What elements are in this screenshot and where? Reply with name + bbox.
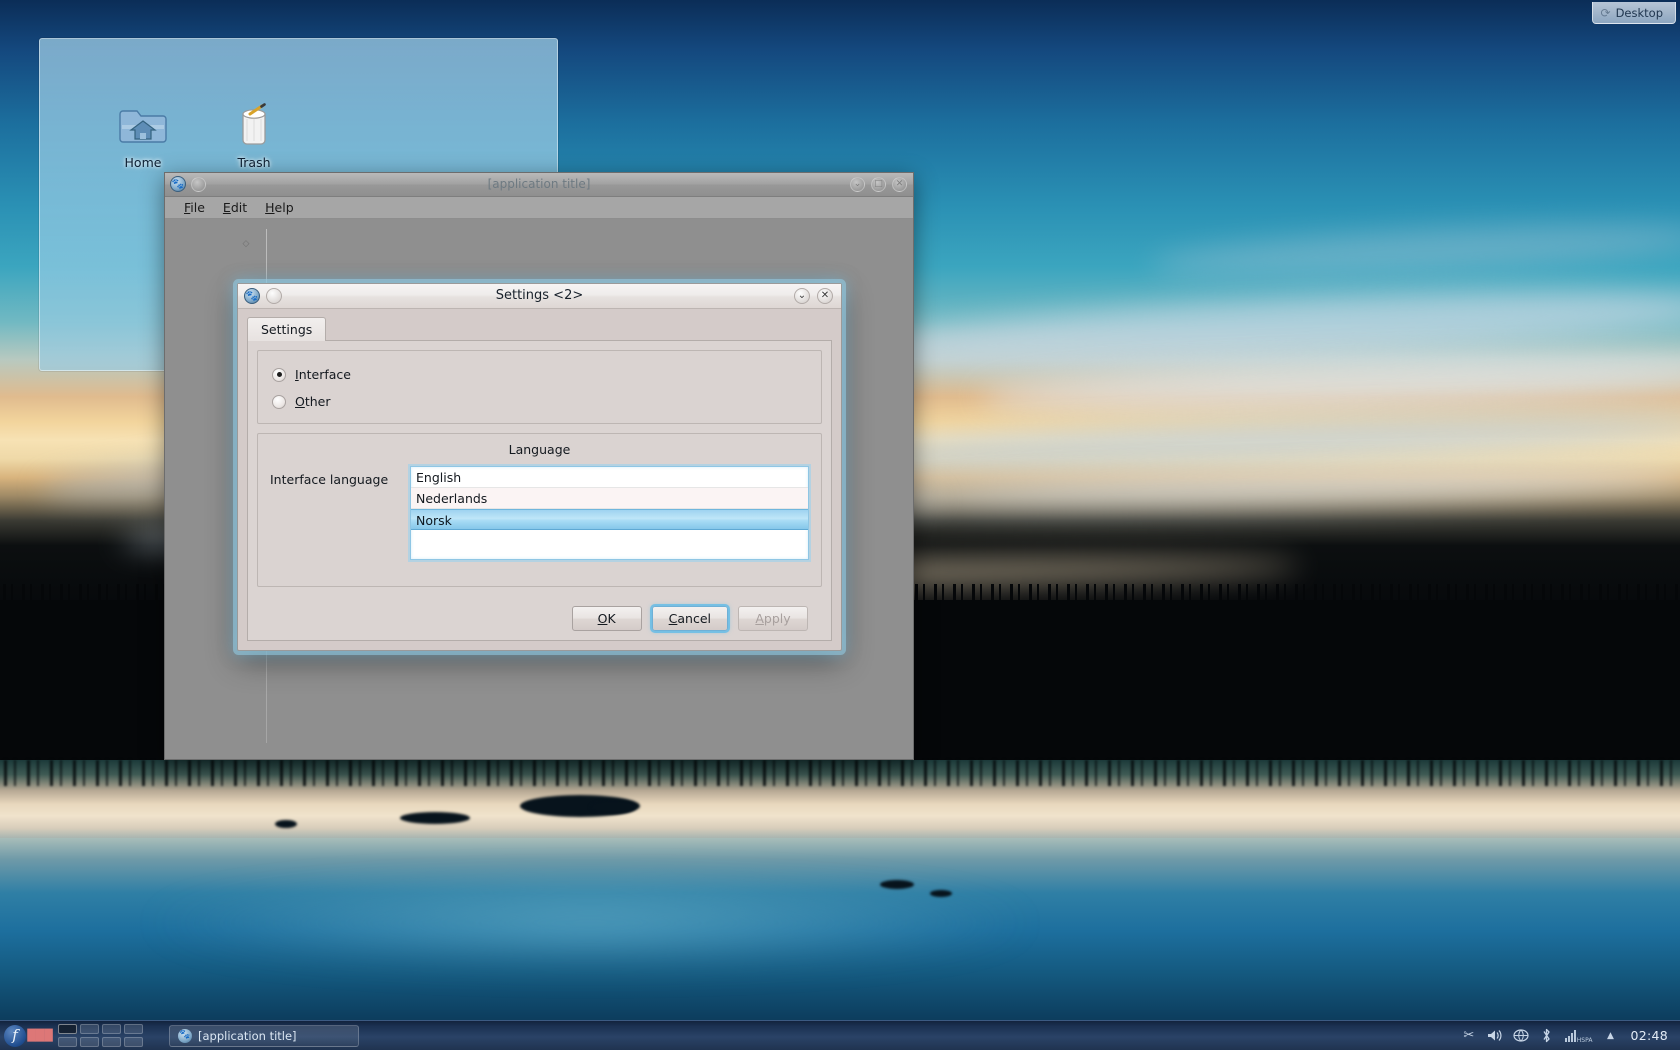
tab-panel-settings: Interface Other Language Interface langu…: [247, 340, 832, 641]
desktop-background[interactable]: ⟳ Desktop Home Trash 🐾 [application titl…: [0, 0, 1680, 1050]
list-item[interactable]: English: [411, 467, 808, 488]
list-empty-area[interactable]: [411, 530, 808, 559]
pager-cell[interactable]: [124, 1024, 143, 1034]
menu-file[interactable]: File: [175, 198, 214, 217]
shade-button[interactable]: ⌄: [794, 288, 810, 304]
menu-edit[interactable]: Edit: [214, 198, 256, 217]
radio-interface[interactable]: Interface: [272, 367, 807, 382]
window-titlebar[interactable]: [application title] ⌄ □ ✕: [165, 173, 913, 197]
close-button[interactable]: ✕: [817, 288, 833, 304]
list-item[interactable]: Nederlands: [411, 488, 808, 509]
taskbar[interactable]: f ███ [application title] ✂: [0, 1020, 1680, 1050]
radio-interface-label: Interface: [295, 367, 351, 382]
settings-dialog[interactable]: ● Settings <2> ⌄ ✕ Settings Interface: [237, 283, 842, 651]
desktop-icon-trash[interactable]: Trash: [211, 97, 297, 170]
pager-cell[interactable]: [124, 1037, 143, 1047]
maximize-button[interactable]: □: [871, 177, 886, 192]
tab-settings[interactable]: Settings: [247, 317, 327, 341]
hspa-label: HSPA: [1576, 1036, 1593, 1044]
interface-language-list[interactable]: English Nederlands Norsk: [410, 466, 809, 560]
radio-other-indicator[interactable]: [272, 394, 286, 409]
interface-language-label: Interface language: [270, 472, 389, 487]
wallpaper-rock: [275, 820, 297, 828]
desktop-toolbox[interactable]: ⟳ Desktop: [1591, 2, 1676, 24]
menu-help-rest: elp: [274, 200, 294, 215]
minimize-button[interactable]: ⌄: [850, 177, 865, 192]
volume-icon[interactable]: [1487, 1028, 1503, 1044]
paw-app-icon: [178, 1028, 192, 1043]
list-item-selected[interactable]: Norsk: [411, 509, 808, 530]
device-notifier-icon[interactable]: ███: [27, 1028, 52, 1044]
pager-cell[interactable]: [80, 1037, 99, 1047]
network-icon[interactable]: [1513, 1028, 1529, 1044]
task-button-label: [application title]: [198, 1028, 297, 1043]
desktop-icon-label: Trash: [237, 155, 271, 170]
close-button[interactable]: ✕: [892, 177, 907, 192]
radio-interface-indicator[interactable]: [272, 367, 286, 382]
wallpaper-reflection: [0, 760, 1680, 840]
bluetooth-icon[interactable]: [1539, 1028, 1555, 1044]
menu-edit-rest: dit: [230, 200, 248, 215]
dialog-titlebar[interactable]: ● Settings <2> ⌄ ✕: [238, 284, 841, 309]
desktop-icon-label: Home: [124, 155, 162, 170]
pager-cell[interactable]: [58, 1024, 77, 1034]
virtual-desktop-pager[interactable]: [58, 1024, 143, 1047]
tab-settings-label: Settings: [261, 322, 313, 337]
tabbar[interactable]: Settings: [247, 317, 832, 341]
tasklist[interactable]: [application title]: [169, 1024, 359, 1047]
wallpaper-rock: [400, 812, 470, 824]
apply-button[interactable]: Apply: [738, 606, 808, 631]
language-group-legend: Language: [508, 442, 571, 457]
dialog-button-row: OK Cancel Apply: [257, 596, 822, 631]
clock[interactable]: 02:48: [1628, 1028, 1668, 1043]
pager-cell[interactable]: [80, 1024, 99, 1034]
menu-help-mnemonic: H: [265, 200, 275, 215]
pager-cell[interactable]: [102, 1024, 121, 1034]
splitter-handle-icon[interactable]: ◇: [241, 239, 251, 249]
cancel-button[interactable]: Cancel: [651, 606, 728, 631]
trash-icon: [211, 97, 297, 149]
radio-other[interactable]: Other: [272, 394, 807, 409]
language-group-box: Language Interface language English Nede…: [257, 433, 822, 587]
dialog-body: Settings Interface Other Language Interf…: [238, 309, 841, 650]
fedora-menu-icon[interactable]: f: [4, 1024, 26, 1047]
home-folder-icon: [100, 97, 186, 149]
wallpaper-rock: [930, 890, 952, 897]
task-button-application[interactable]: [application title]: [169, 1024, 359, 1047]
show-hidden-icons-icon[interactable]: ▲: [1602, 1028, 1618, 1044]
system-tray[interactable]: ✂ HSPA ▲ 02:48: [1461, 1028, 1676, 1044]
menubar[interactable]: File Edit Help: [165, 197, 913, 219]
desktop-toolbox-icon: ⟳: [1600, 5, 1611, 20]
radio-other-label: Other: [295, 394, 331, 409]
klipper-scissors-icon[interactable]: ✂: [1461, 1028, 1477, 1044]
hspa-signal-icon[interactable]: HSPA: [1564, 1028, 1593, 1044]
ok-button[interactable]: OK: [571, 606, 642, 631]
wallpaper-rock: [880, 880, 914, 889]
desktop-toolbox-label: Desktop: [1615, 5, 1663, 20]
pager-cell[interactable]: [102, 1037, 121, 1047]
menu-edit-mnemonic: E: [222, 200, 231, 215]
dialog-title: Settings <2>: [495, 288, 584, 303]
desktop-icon-home[interactable]: Home: [100, 97, 186, 170]
menu-help[interactable]: Help: [256, 198, 303, 217]
mode-radio-group: Interface Other: [257, 350, 822, 424]
wallpaper-water: [0, 838, 1680, 1050]
pager-cell[interactable]: [58, 1037, 77, 1047]
menu-file-rest: ile: [190, 200, 205, 215]
wallpaper-rock: [590, 800, 636, 814]
window-title: [application title]: [487, 177, 591, 191]
